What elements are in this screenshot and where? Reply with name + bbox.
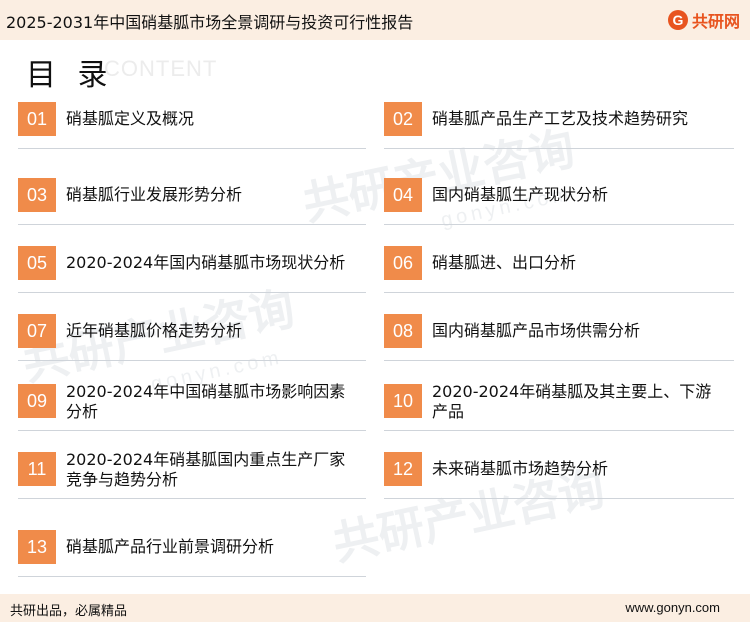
toc-item: 11 2020-2024年硝基胍国内重点生产厂家竞争与趋势分析 [18, 450, 366, 512]
toc-item: 09 2020-2024年中国硝基胍市场影响因素分析 [18, 382, 366, 444]
toc-divider [384, 430, 734, 431]
toc-item-label: 国内硝基胍生产现状分析 [432, 185, 609, 204]
toc-divider [18, 430, 366, 431]
toc-item-number: 08 [384, 314, 422, 348]
toc-subtitle: CONTENT [104, 56, 218, 81]
toc-divider [18, 292, 366, 293]
toc-item-label: 2020-2024年硝基胍国内重点生产厂家竞争与趋势分析 [66, 450, 346, 489]
toc-item-number: 06 [384, 246, 422, 280]
toc-item-label: 硝基胍进、出口分析 [432, 253, 577, 272]
toc-item-number: 07 [18, 314, 56, 348]
logo-text: 共研网 [691, 12, 740, 31]
toc-item: 01 硝基胍定义及概况 [18, 102, 366, 162]
toc-divider [18, 360, 366, 361]
toc-item: 03 硝基胍行业发展形势分析 [18, 178, 366, 238]
toc-item: 04 国内硝基胍生产现状分析 [384, 178, 734, 238]
toc-item-label: 硝基胍行业发展形势分析 [66, 185, 243, 204]
brand-logo: G 共研网 [667, 8, 740, 32]
toc-divider [18, 576, 366, 577]
toc-item-number: 11 [18, 452, 56, 486]
toc-item: 13 硝基胍产品行业前景调研分析 [18, 530, 366, 590]
toc-item-label: 未来硝基胍市场趋势分析 [432, 459, 609, 478]
logo-icon: G [667, 10, 688, 30]
toc-item-label: 硝基胍定义及概况 [66, 109, 195, 128]
toc-item-label: 硝基胍产品行业前景调研分析 [66, 537, 275, 556]
toc-item-label: 2020-2024年硝基胍及其主要上、下游产品 [432, 382, 712, 421]
toc-item: 02 硝基胍产品生产工艺及技术趋势研究 [384, 102, 734, 162]
footer-bar: 共研出品，必属精品 www.gonyn.com [0, 594, 750, 622]
toc-item: 08 国内硝基胍产品市场供需分析 [384, 314, 734, 374]
toc-item-label: 硝基胍产品生产工艺及技术趋势研究 [432, 109, 689, 128]
toc-divider [384, 498, 734, 499]
toc-divider [384, 148, 734, 149]
toc-divider [18, 498, 366, 499]
toc-divider [18, 224, 366, 225]
toc-divider [18, 148, 366, 149]
toc-item-number: 09 [18, 384, 56, 418]
toc-item-number: 10 [384, 384, 422, 418]
toc-item-number: 12 [384, 452, 422, 486]
toc-item: 10 2020-2024年硝基胍及其主要上、下游产品 [384, 382, 734, 444]
toc-item-number: 05 [18, 246, 56, 280]
footer-url: www.gonyn.com [625, 600, 720, 615]
toc-title: 目 录 [26, 58, 114, 93]
report-title: 2025-2031年中国硝基胍市场全景调研与投资可行性报告 [6, 13, 414, 32]
toc-item-label: 2020-2024年国内硝基胍市场现状分析 [66, 253, 346, 272]
toc-item-label: 2020-2024年中国硝基胍市场影响因素分析 [66, 382, 346, 421]
toc-item-number: 04 [384, 178, 422, 212]
toc-divider [384, 360, 734, 361]
toc-item-number: 02 [384, 102, 422, 136]
toc-divider [384, 292, 734, 293]
footer-slogan: 共研出品，必属精品 [10, 604, 128, 619]
toc-item: 06 硝基胍进、出口分析 [384, 246, 734, 306]
toc-item-label: 近年硝基胍价格走势分析 [66, 321, 243, 340]
toc-item-number: 03 [18, 178, 56, 212]
toc-item: 07 近年硝基胍价格走势分析 [18, 314, 366, 374]
toc-item-label: 国内硝基胍产品市场供需分析 [432, 321, 641, 340]
toc-divider [384, 224, 734, 225]
toc-item-number: 01 [18, 102, 56, 136]
toc-item-number: 13 [18, 530, 56, 564]
toc-item: 12 未来硝基胍市场趋势分析 [384, 452, 734, 512]
toc-item: 05 2020-2024年国内硝基胍市场现状分析 [18, 246, 366, 306]
header-bar: 2025-2031年中国硝基胍市场全景调研与投资可行性报告 G 共研网 [0, 0, 750, 40]
